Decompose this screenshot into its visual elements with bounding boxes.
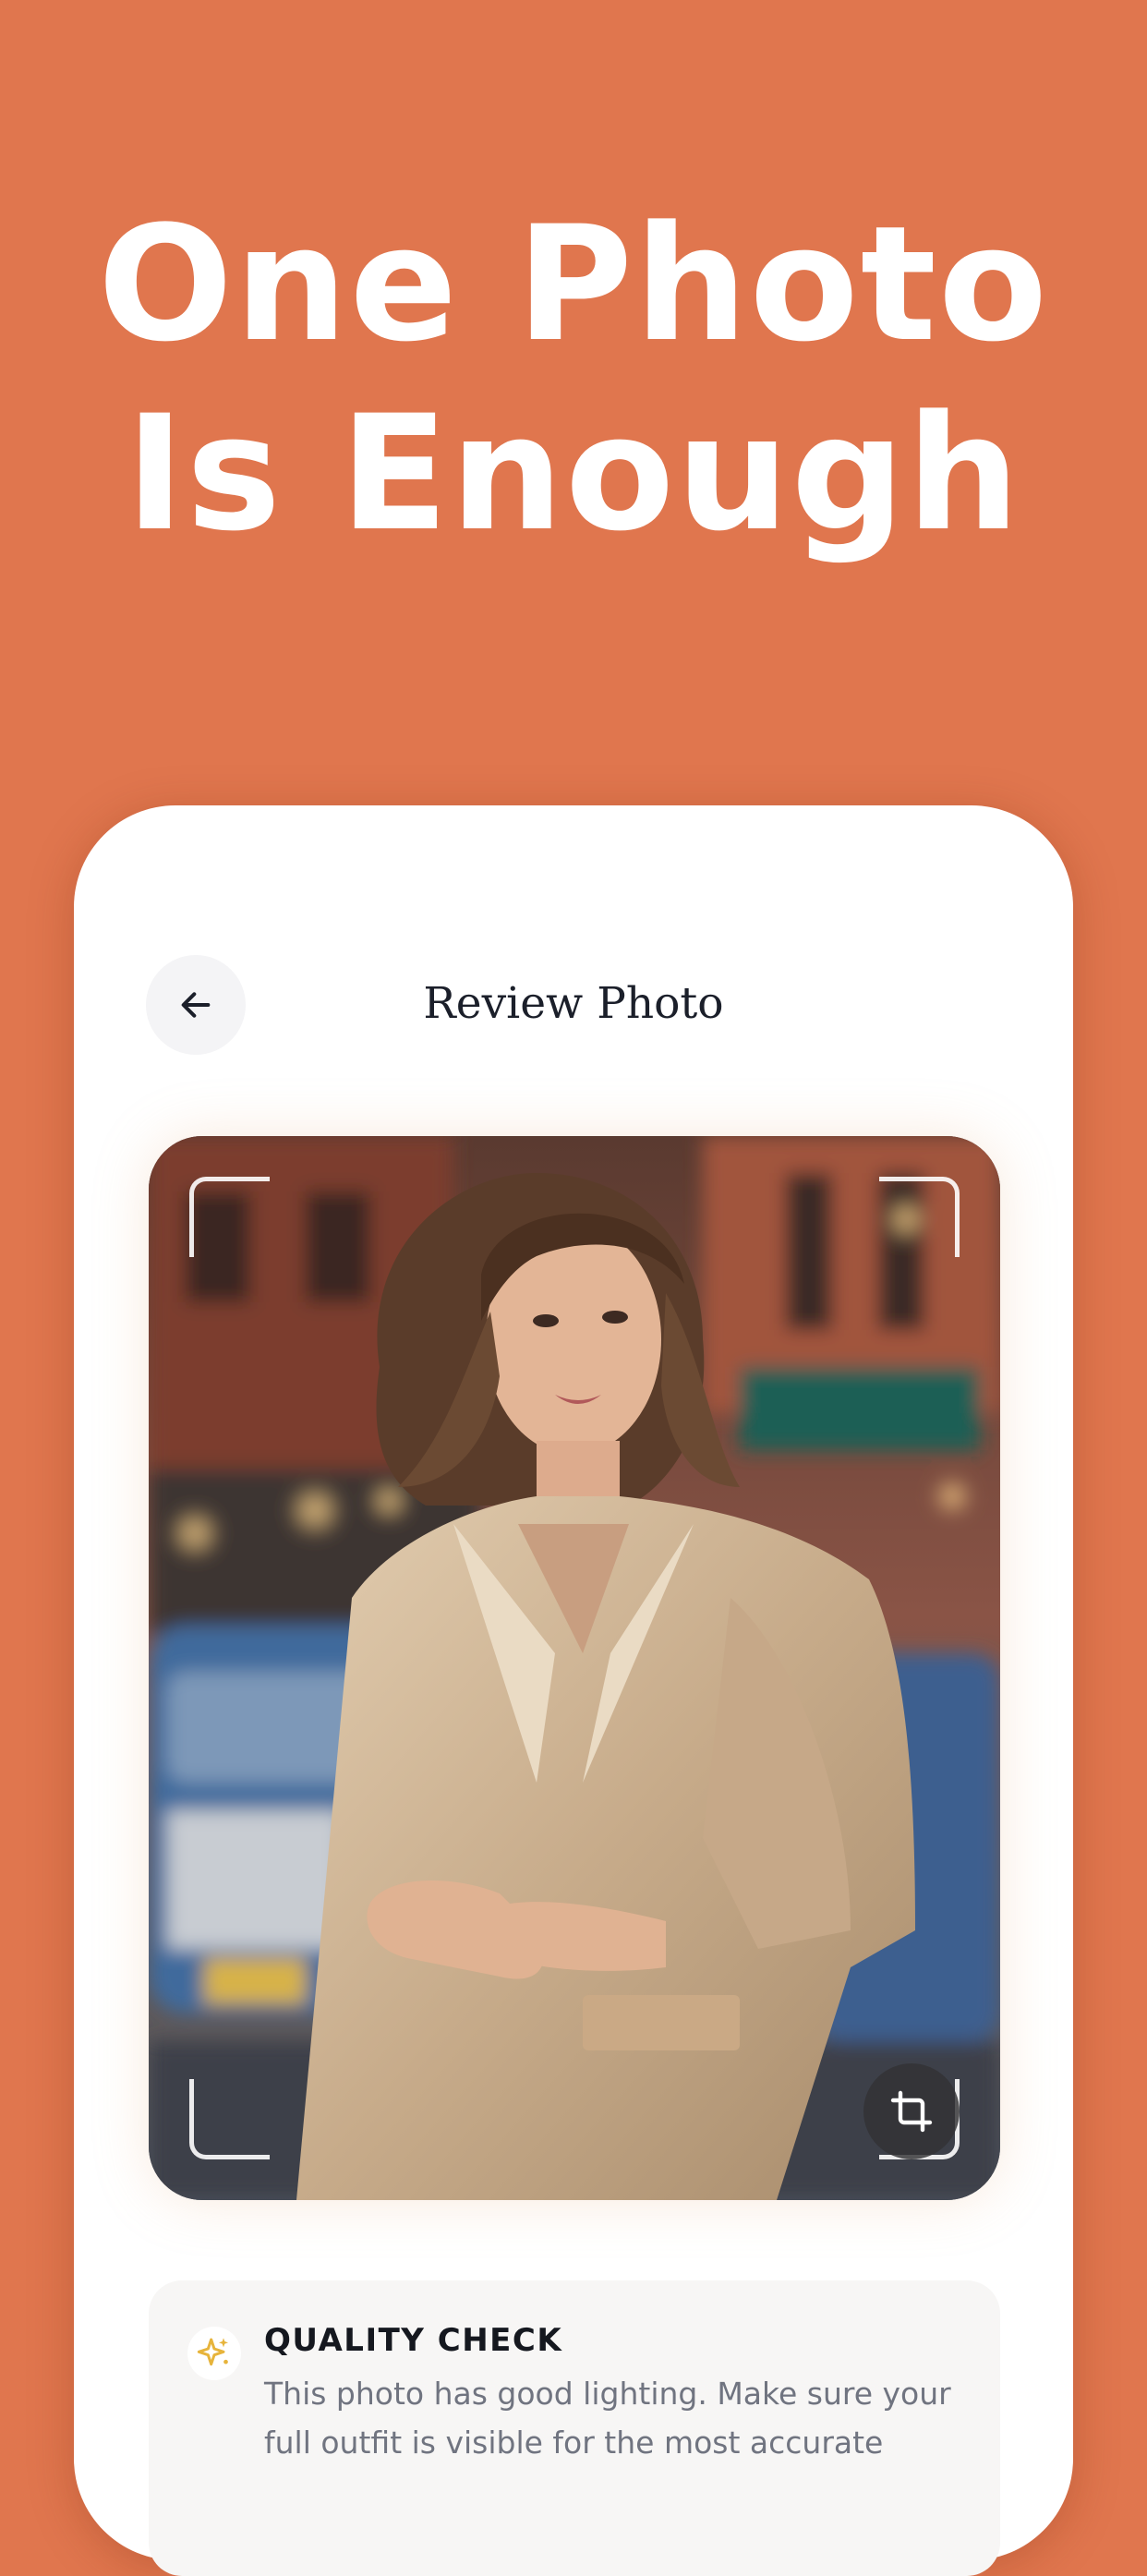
quality-check-card: QUALITY CHECK This photo has good lighti… (149, 2280, 1000, 2576)
headline-line-2: Is Enough (125, 381, 1022, 566)
crop-button[interactable] (863, 2063, 960, 2159)
headline-line-1: One Photo (97, 191, 1050, 377)
frame-corner-bottom-left (189, 2079, 270, 2159)
sparkle-icon-badge (187, 2327, 241, 2380)
quality-check-body: This photo has good lighting. Make sure … (264, 2376, 951, 2461)
sparkle-icon (197, 2338, 228, 2366)
headline: One Photo Is Enough (0, 189, 1147, 568)
frame-corner-top-right (879, 1177, 960, 1257)
screen-title: Review Photo (423, 978, 724, 1029)
frame-corner-top-left (189, 1177, 270, 1257)
photo-preview[interactable] (149, 1136, 1000, 2200)
crop-icon (890, 2090, 933, 2133)
photo-image (149, 1136, 1000, 2200)
quality-check-title: QUALITY CHECK (264, 2322, 563, 2359)
phone-mockup: Review Photo QUALITY CHECK This photo ha… (74, 805, 1073, 2576)
